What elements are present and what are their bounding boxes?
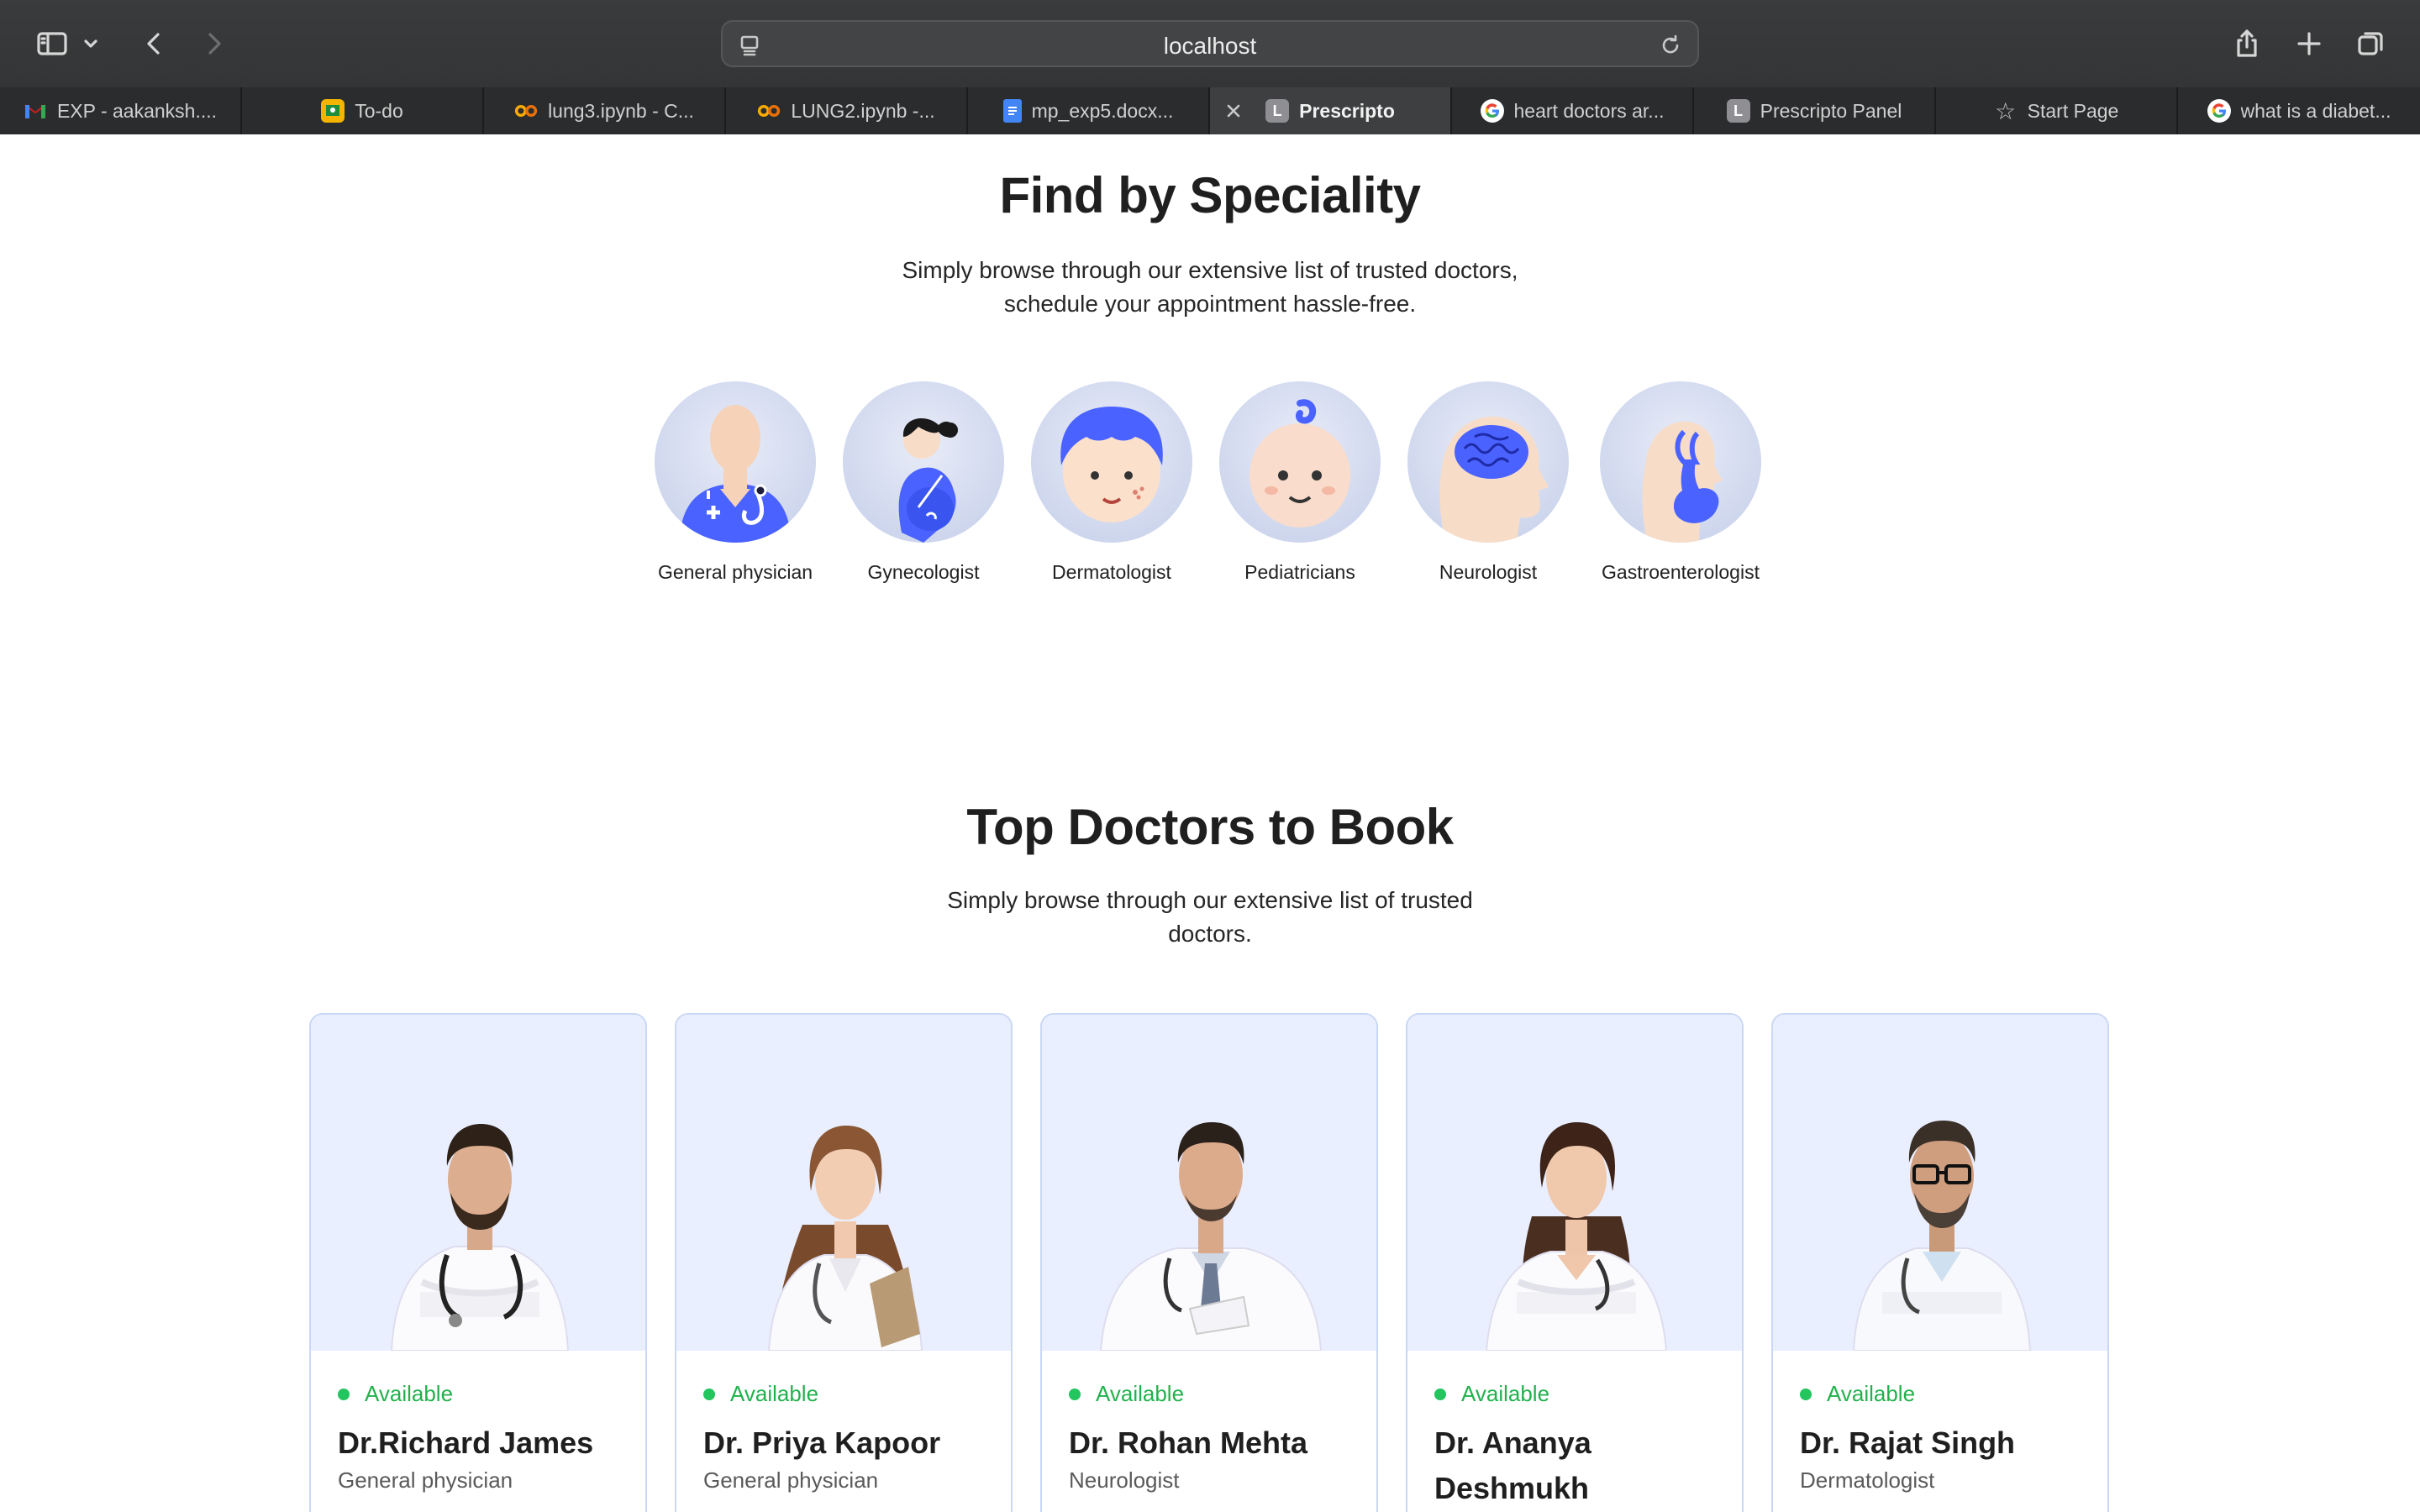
tab-lung2[interactable]: LUNG2.ipynb -... (726, 87, 968, 134)
google-icon (2207, 99, 2231, 123)
tab-start-page[interactable]: ☆ Start Page (1936, 87, 2178, 134)
speciality-gynecologist[interactable]: Gynecologist (831, 381, 1016, 584)
availability-status: Available (703, 1381, 984, 1407)
doctor-photo (676, 1015, 1011, 1351)
tab-prescripto-panel[interactable]: L Prescripto Panel (1694, 87, 1936, 134)
availability-status: Available (338, 1381, 618, 1407)
general-physician-icon (655, 381, 816, 543)
tab-bar: EXP - aakanksh.... To-do lung3.ipynb - C… (0, 87, 2420, 134)
pediatrician-icon (1219, 381, 1381, 543)
doctor-speciality: Neurologist (1069, 1467, 1180, 1493)
tab-lung3[interactable]: lung3.ipynb - C... (484, 87, 726, 134)
neurologist-icon (1407, 381, 1569, 543)
doctor-speciality: Dermatologist (1800, 1467, 1935, 1493)
status-dot (1800, 1388, 1812, 1400)
status-dot (1434, 1388, 1446, 1400)
doctor-name: Dr. Priya Kapoor (703, 1425, 941, 1460)
doctor-photo (1042, 1015, 1376, 1351)
doctor-card[interactable]: Available Dr. Priya Kapoor General physi… (675, 1013, 1013, 1512)
speciality-pediatricians[interactable]: Pediatricians (1207, 381, 1392, 584)
colab-icon (757, 99, 781, 123)
forward-button[interactable] (192, 22, 235, 66)
doctor-card[interactable]: Available Dr. Rohan Mehta Neurologist (1040, 1013, 1378, 1512)
doctor-card[interactable]: Available Dr. Ananya Deshmukh (1406, 1013, 1744, 1512)
speciality-subtitle: Simply browse through our extensive list… (902, 257, 1518, 317)
doctor-name: Dr. Ananya Deshmukh (1434, 1425, 1591, 1505)
speciality-dermatologist[interactable]: Dermatologist (1019, 381, 1204, 584)
browser-toolbar: localhost (0, 0, 2420, 87)
classroom-icon (321, 99, 345, 123)
gmail-icon (24, 99, 47, 123)
gynecologist-icon (843, 381, 1004, 543)
status-dot (338, 1388, 350, 1400)
top-doctors-subtitle: Simply browse through our extensive list… (947, 887, 1473, 947)
speciality-title: Find by Speciality (999, 167, 1421, 223)
speciality-general-physician[interactable]: General physician (643, 381, 828, 584)
page-content: Find by Speciality Simply browse through… (0, 134, 2420, 1512)
doctor-name: Dr.Richard James (338, 1425, 594, 1460)
status-dot (703, 1388, 715, 1400)
tab-prescripto[interactable]: L Prescripto (1210, 87, 1452, 134)
docs-icon (1002, 99, 1022, 123)
letter-l-icon: L (1726, 99, 1750, 123)
star-icon: ☆ (1995, 97, 2017, 124)
colab-icon (514, 99, 538, 123)
doctor-speciality: General physician (703, 1467, 879, 1493)
availability-status: Available (1434, 1381, 1715, 1407)
doctor-card[interactable]: Available Dr. Rajat Singh Dermatologist (1771, 1013, 2109, 1512)
doctor-name: Dr. Rajat Singh (1800, 1425, 2016, 1460)
chevron-down-icon[interactable] (77, 22, 104, 66)
sidebar-toggle-icon[interactable] (30, 22, 74, 66)
tab-heart-doctors[interactable]: heart doctors ar... (1452, 87, 1694, 134)
doctor-speciality: General physician (338, 1467, 513, 1493)
doctor-card[interactable]: Available Dr.Richard James General physi… (309, 1013, 647, 1512)
letter-l-icon: L (1265, 99, 1290, 123)
speciality-gastroenterologist[interactable]: Gastroenterologist (1588, 381, 1773, 584)
speciality-neurologist[interactable]: Neurologist (1396, 381, 1581, 584)
top-doctors-title: Top Doctors to Book (966, 799, 1454, 855)
doctor-photo (311, 1015, 645, 1351)
back-button[interactable] (133, 22, 176, 66)
new-tab-icon[interactable] (2287, 22, 2331, 66)
tab-gmail[interactable]: EXP - aakanksh.... (0, 87, 242, 134)
availability-status: Available (1800, 1381, 2081, 1407)
reload-icon[interactable] (1655, 30, 1686, 60)
tab-diabetes[interactable]: what is a diabet... (2178, 87, 2420, 134)
doctor-name: Dr. Rohan Mehta (1069, 1425, 1308, 1460)
dermatologist-icon (1031, 381, 1192, 543)
doctor-photo (1773, 1015, 2107, 1351)
availability-status: Available (1069, 1381, 1349, 1407)
tab-todo[interactable]: To-do (242, 87, 484, 134)
google-icon (1480, 99, 1504, 123)
status-dot (1069, 1388, 1081, 1400)
address-bar[interactable]: localhost (721, 20, 1699, 67)
doctor-photo (1407, 1015, 1742, 1351)
tab-mp-exp5[interactable]: mp_exp5.docx... (968, 87, 1210, 134)
close-tab-icon[interactable] (1222, 99, 1245, 123)
share-icon[interactable] (2225, 22, 2269, 66)
gastroenterologist-icon (1600, 381, 1761, 543)
address-text: localhost (1163, 33, 1257, 59)
tab-overview-icon[interactable] (2349, 22, 2393, 66)
